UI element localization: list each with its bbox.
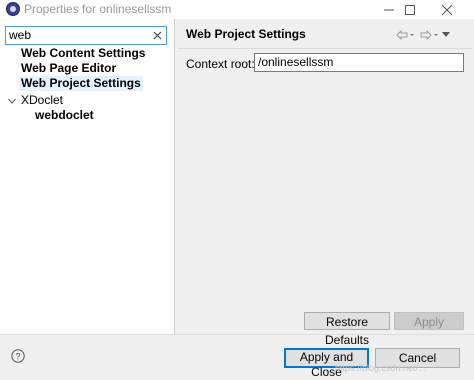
property-page: Web Project Settings Context root: /onli…: [178, 19, 472, 347]
title-separator: [178, 48, 472, 49]
maximize-icon: [405, 5, 415, 15]
svg-text:?: ?: [15, 352, 20, 362]
close-button[interactable]: [430, 0, 464, 19]
close-icon: [441, 4, 453, 16]
context-root-label: Context root:: [186, 57, 255, 71]
filter-input[interactable]: web: [5, 26, 167, 45]
tree-item-xdoclet[interactable]: XDoclet: [19, 93, 65, 108]
clear-filter-icon[interactable]: [153, 31, 162, 40]
preferences-tree-pane: web Web Content Settings Web Page Editor…: [0, 19, 175, 334]
tree-item-webdoclet[interactable]: webdoclet: [33, 108, 96, 123]
filter-value: web: [9, 28, 32, 42]
tree-item-web-content-settings[interactable]: Web Content Settings: [19, 46, 147, 61]
maximize-button[interactable]: [393, 0, 427, 19]
page-navigation: [396, 29, 446, 43]
page-title: Web Project Settings: [186, 27, 306, 41]
view-menu-icon[interactable]: [442, 32, 450, 37]
context-root-field[interactable]: /onlinesellssm: [254, 53, 464, 72]
bottom-separator: [0, 334, 474, 335]
window-title: Properties for onlinesellssm: [24, 2, 172, 16]
chevron-down-icon[interactable]: [8, 97, 16, 105]
title-bar: Properties for onlinesellssm: [0, 0, 474, 19]
apply-button[interactable]: Apply: [394, 312, 464, 330]
tree-item-web-page-editor[interactable]: Web Page Editor: [19, 61, 118, 76]
watermark: https://blog.csdn.net/...: [335, 363, 426, 373]
tree-item-web-project-settings[interactable]: Web Project Settings: [19, 76, 143, 91]
context-root-value: /onlinesellssm: [258, 55, 334, 69]
eclipse-icon: [6, 2, 20, 16]
restore-defaults-button[interactable]: Restore Defaults: [304, 312, 390, 347]
help-icon[interactable]: ?: [11, 349, 25, 363]
navigation-arrows-icon[interactable]: [396, 29, 446, 41]
